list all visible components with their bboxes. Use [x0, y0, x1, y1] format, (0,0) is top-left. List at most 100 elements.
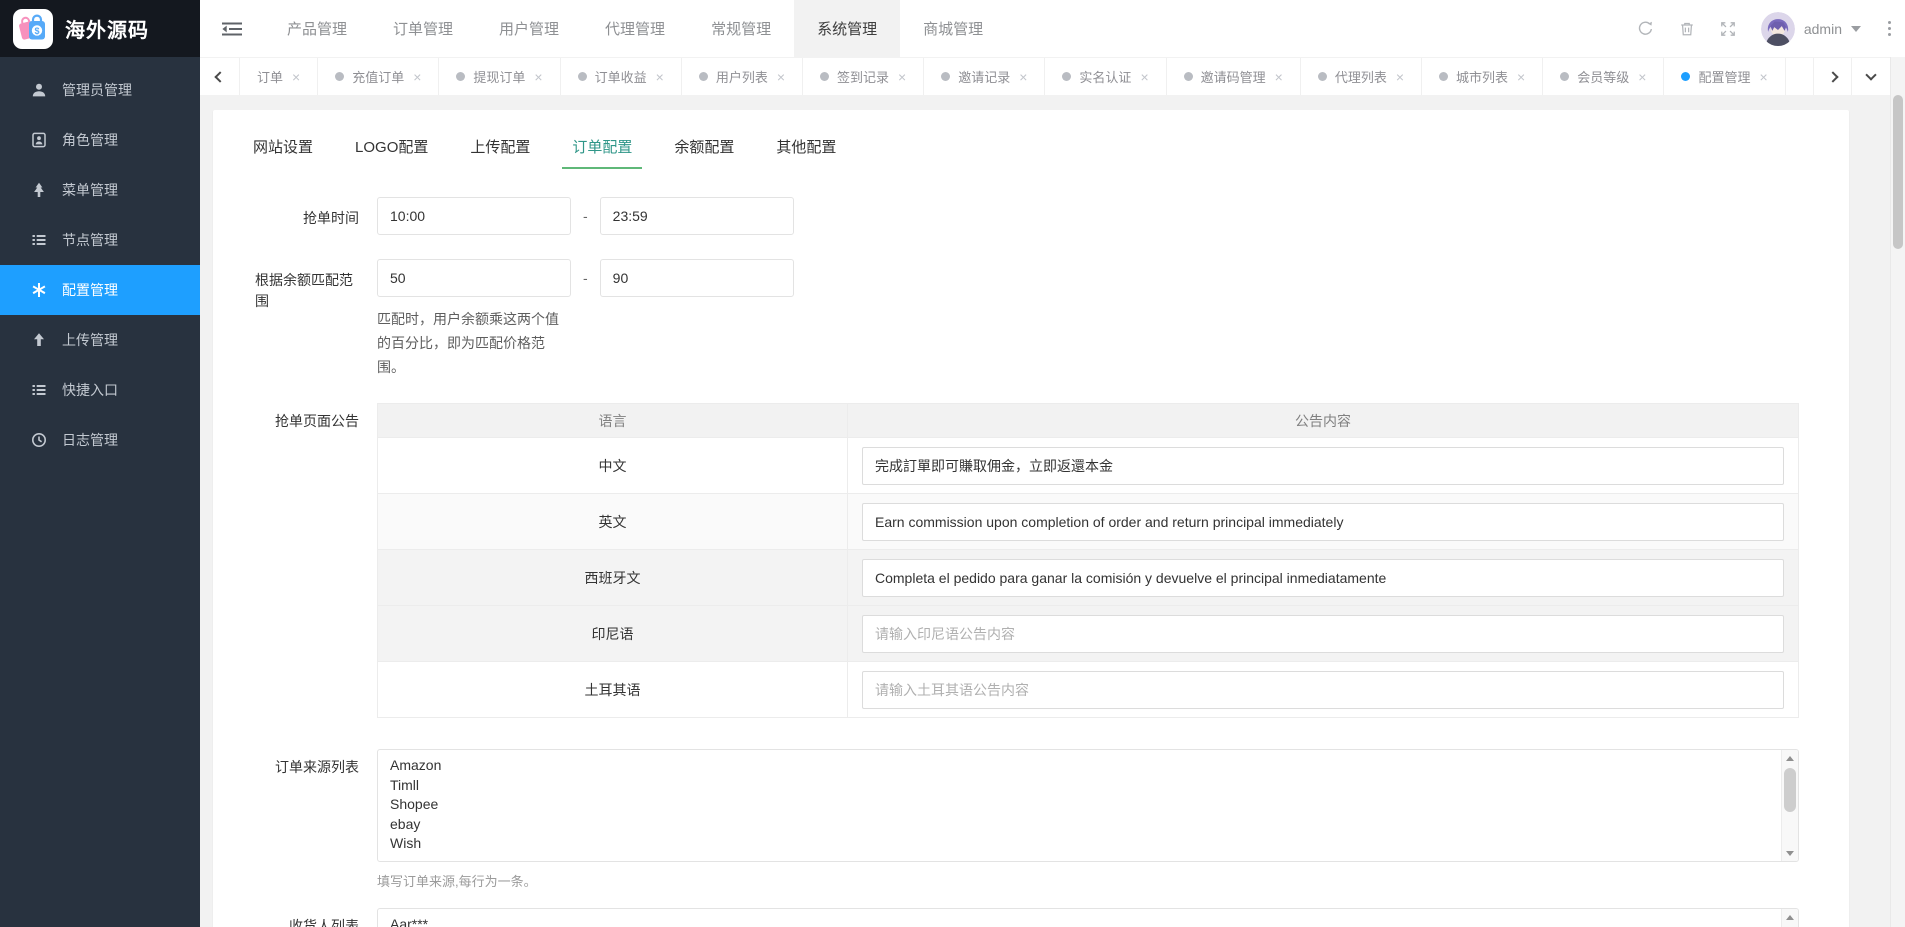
announcement-input[interactable]: [862, 558, 1784, 597]
announcement-input[interactable]: [862, 614, 1784, 653]
close-icon[interactable]: ×: [1275, 69, 1283, 85]
sidebar-item[interactable]: 菜单管理: [0, 165, 200, 215]
workspace: 网站设置 LOGO配置上传配置订单配置余额配置其他配置 抢单时间 - 根据余额匹配…: [200, 95, 1905, 927]
topbar-actions: admin: [1637, 11, 1905, 46]
order-sources-textarea[interactable]: Amazon Timll Shopee ebay Wish: [377, 749, 1799, 862]
order-source-line: Amazon: [390, 757, 442, 773]
open-tab[interactable]: 充值订单 ×: [318, 58, 440, 95]
balance-range-to-input[interactable]: [599, 259, 794, 297]
main-area: 产品管理订单管理用户管理代理管理常规管理系统管理商城管理 admin: [200, 0, 1905, 927]
scroll-down-icon[interactable]: [1782, 845, 1798, 861]
consignees-textarea[interactable]: Aar***: [377, 908, 1799, 927]
grab-time-from-input[interactable]: [377, 197, 571, 235]
close-icon[interactable]: ×: [1638, 69, 1646, 85]
close-icon[interactable]: ×: [777, 69, 785, 85]
config-tab[interactable]: 上传配置: [460, 136, 540, 169]
close-icon[interactable]: ×: [656, 69, 664, 85]
scroll-up-icon[interactable]: [1782, 909, 1798, 925]
sidebar-item[interactable]: 上传管理: [0, 315, 200, 365]
list-icon: [30, 232, 47, 249]
open-tab[interactable]: 会员等级 ×: [1543, 58, 1665, 95]
chevron-down-icon[interactable]: [1851, 58, 1889, 95]
open-tab[interactable]: 城市列表 ×: [1422, 58, 1544, 95]
open-tab[interactable]: 签到记录 ×: [803, 58, 925, 95]
tab-label: 订单收益: [594, 70, 647, 85]
table-row: 土耳其语: [377, 661, 1799, 718]
config-tab[interactable]: LOGO配置: [345, 136, 438, 169]
language-cell: 土耳其语: [377, 661, 848, 718]
close-icon[interactable]: ×: [292, 69, 300, 85]
top-nav-item[interactable]: 商城管理: [900, 0, 1006, 57]
order-source-line: Timll: [390, 776, 420, 793]
close-icon[interactable]: ×: [1517, 69, 1525, 85]
trash-icon[interactable]: [1679, 21, 1695, 37]
chevron-right-icon[interactable]: [1813, 58, 1851, 95]
open-tab[interactable]: 邀请记录 ×: [924, 58, 1046, 95]
announcement-input[interactable]: [862, 670, 1784, 709]
sidebar-item[interactable]: 快捷入口: [0, 365, 200, 415]
open-tab[interactable]: 订单 ×: [240, 58, 319, 95]
textarea-scrollbar[interactable]: [1781, 750, 1798, 861]
top-nav-item[interactable]: 用户管理: [476, 0, 582, 57]
close-icon[interactable]: ×: [1396, 69, 1404, 85]
open-tab[interactable]: 代理列表 ×: [1300, 58, 1423, 95]
announcement-cell: [847, 549, 1799, 606]
textarea-scrollbar[interactable]: [1781, 909, 1798, 927]
sidebar-item[interactable]: 节点管理: [0, 215, 200, 265]
consignee-line: Aar***: [390, 916, 429, 927]
close-icon[interactable]: ×: [534, 69, 542, 85]
scrollbar-thumb[interactable]: [1784, 768, 1796, 812]
top-nav-item[interactable]: 产品管理: [264, 0, 370, 57]
user-menu[interactable]: admin: [1760, 11, 1861, 46]
config-tab[interactable]: 订单配置: [562, 136, 643, 169]
order-sources-row: 订单来源列表 Amazon Timll Shopee ebay Wish 填写订单来源,…: [213, 749, 1849, 890]
close-icon[interactable]: ×: [1759, 69, 1767, 85]
sidebar-item[interactable]: 日志管理: [0, 415, 200, 465]
open-tab[interactable]: 订单收益 ×: [560, 58, 682, 95]
top-nav: 产品管理 订单管理 用户管理 代理管理 常规管理 系统管理 商城管理: [264, 0, 1006, 57]
sidebar-item[interactable]: 管理员管理: [0, 65, 200, 115]
tab-label: 配置管理: [1698, 70, 1751, 85]
refresh-icon[interactable]: [1637, 20, 1654, 37]
tab-label: 会员等级: [1577, 70, 1630, 85]
announcement-input[interactable]: [862, 446, 1784, 485]
fullscreen-icon[interactable]: [1720, 21, 1736, 37]
grab-time-to-input[interactable]: [599, 197, 794, 235]
page-scrollbar-thumb[interactable]: [1893, 95, 1903, 249]
scroll-up-icon[interactable]: [1782, 750, 1798, 766]
page-scrollbar[interactable]: [1890, 57, 1905, 927]
table-column-header: 公告内容: [847, 403, 1799, 438]
close-icon[interactable]: ×: [1019, 69, 1027, 85]
close-icon[interactable]: ×: [1140, 69, 1148, 85]
top-nav-item[interactable]: 代理管理: [582, 0, 688, 57]
sidebar-menu: 管理员管理 角色管理 菜单管理 节点管理 配置管理 上传管理 快捷入口 日志管理: [0, 57, 200, 465]
config-tab[interactable]: 余额配置: [664, 136, 744, 169]
language-cell: 西班牙文: [377, 549, 848, 606]
top-nav-item[interactable]: 系统管理: [794, 0, 901, 57]
config-asterisk-icon: [30, 282, 47, 299]
open-tab[interactable]: 邀请码管理 ×: [1166, 58, 1301, 95]
tab-label: 订单: [257, 70, 284, 85]
close-icon[interactable]: ×: [898, 69, 906, 85]
sidebar-item[interactable]: 配置管理: [0, 265, 200, 315]
announcement-input[interactable]: [862, 502, 1784, 541]
collapse-menu-icon[interactable]: [200, 0, 264, 57]
config-tab[interactable]: 网站设置: [243, 136, 323, 169]
table-row: 印尼语: [377, 605, 1799, 662]
config-tab[interactable]: 其他配置: [766, 136, 846, 169]
order-source-line: Shopee: [390, 796, 439, 812]
top-nav-item[interactable]: 常规管理: [688, 0, 794, 57]
role-badge-icon: [30, 132, 47, 149]
balance-range-from-input[interactable]: [377, 259, 571, 297]
top-nav-item[interactable]: 订单管理: [370, 0, 476, 57]
order-sources-label: 订单来源列表: [275, 759, 359, 775]
close-icon[interactable]: ×: [413, 69, 421, 85]
brand[interactable]: $ 海外源码: [0, 0, 200, 57]
open-tab[interactable]: 用户列表 ×: [681, 58, 804, 95]
kebab-menu-icon[interactable]: [1886, 19, 1893, 38]
open-tab[interactable]: 配置管理 ×: [1664, 58, 1786, 95]
open-tab[interactable]: 提现订单 ×: [439, 58, 561, 95]
chevron-left-icon[interactable]: [200, 58, 240, 95]
sidebar-item[interactable]: 角色管理: [0, 115, 200, 165]
open-tab[interactable]: 实名认证 ×: [1045, 58, 1167, 95]
